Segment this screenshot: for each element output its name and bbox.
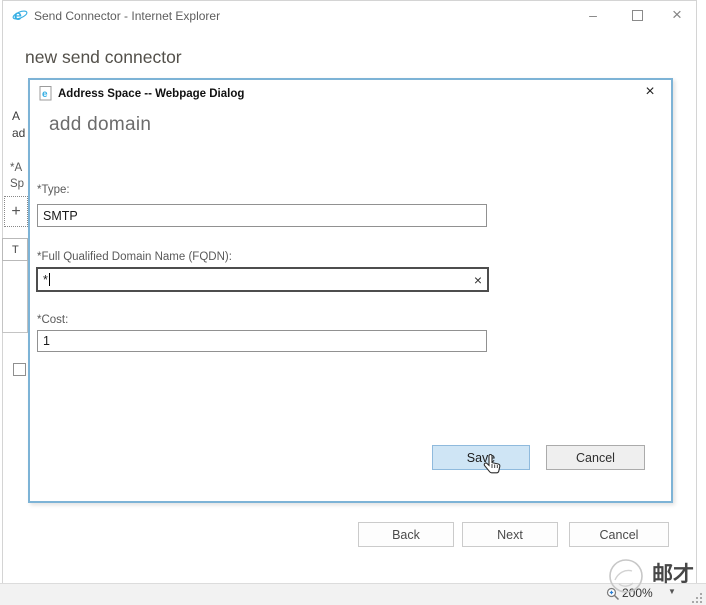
dialog-close-button[interactable]: × (641, 83, 659, 101)
next-button[interactable]: Next (462, 522, 558, 547)
type-value: SMTP (43, 209, 78, 223)
status-bar (0, 583, 706, 605)
zoom-dropdown-icon[interactable]: ▼ (668, 587, 676, 596)
wizard-cancel-label: Cancel (600, 528, 639, 542)
minimize-icon: – (589, 7, 597, 23)
webpage-dialog-icon: e (39, 86, 53, 101)
close-window-button[interactable]: × (662, 0, 692, 30)
maximize-icon (632, 10, 643, 21)
back-button-label: Back (392, 528, 420, 542)
ie-window: e Send Connector - Internet Explorer – ×… (0, 0, 706, 605)
ie-logo-icon: e (12, 7, 28, 23)
back-button[interactable]: Back (358, 522, 454, 547)
cost-input[interactable]: 1 (37, 330, 487, 352)
add-address-space-button[interactable]: + (4, 196, 28, 227)
watermark-text: 邮才 (652, 558, 694, 588)
save-button[interactable]: Save (432, 445, 530, 470)
background-label-fragment: Sp (10, 178, 24, 190)
scoped-connector-checkbox[interactable] (13, 363, 26, 376)
text-caret (49, 273, 50, 286)
svg-text:e: e (14, 7, 22, 23)
fqdn-value: * (43, 273, 48, 287)
type-label: *Type: (37, 184, 70, 196)
page-title: new send connector (25, 47, 182, 68)
svg-text:e: e (42, 89, 48, 100)
address-space-grid-header: T (2, 238, 28, 261)
cost-label: *Cost: (37, 314, 68, 326)
watermark-seal-icon (602, 556, 650, 596)
background-label-fragment: *A (10, 162, 22, 174)
address-space-dialog: e Address Space -- Webpage Dialog × add … (28, 78, 673, 503)
background-text-fragment: A (12, 109, 20, 123)
hand-cursor-icon (482, 453, 504, 478)
plus-icon: + (11, 203, 20, 221)
resize-grip-icon[interactable] (691, 592, 703, 604)
dialog-title: Address Space -- Webpage Dialog (58, 88, 244, 100)
address-space-grid (2, 261, 28, 333)
maximize-button[interactable] (622, 0, 652, 30)
close-icon: × (672, 5, 682, 25)
window-title: Send Connector - Internet Explorer (34, 9, 220, 23)
minimize-button[interactable]: – (578, 0, 608, 30)
fqdn-label: *Full Qualified Domain Name (FQDN): (37, 251, 232, 263)
fqdn-input[interactable]: * × (36, 267, 489, 292)
dialog-close-icon: × (645, 83, 654, 100)
dialog-cancel-label: Cancel (576, 451, 615, 465)
clear-input-icon[interactable]: × (474, 273, 482, 287)
type-input[interactable]: SMTP (37, 204, 487, 227)
cost-value: 1 (43, 334, 50, 348)
dialog-heading: add domain (49, 114, 151, 136)
wizard-cancel-button[interactable]: Cancel (569, 522, 669, 547)
background-text-fragment: ad (12, 126, 25, 140)
next-button-label: Next (497, 528, 523, 542)
dialog-cancel-button[interactable]: Cancel (546, 445, 645, 470)
